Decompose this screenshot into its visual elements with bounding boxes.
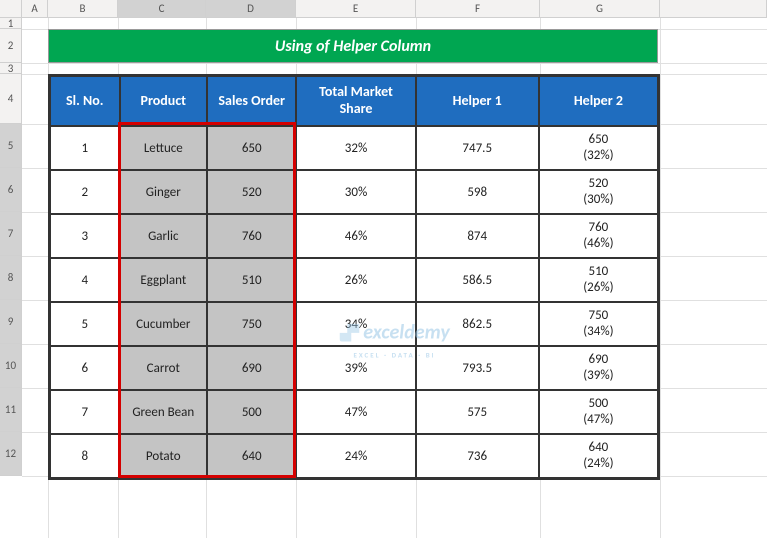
cell-h1[interactable]: 874 <box>416 214 539 258</box>
cell-h2[interactable]: 510(26%) <box>539 258 658 302</box>
col-header-E[interactable]: E <box>296 0 416 17</box>
spreadsheet-grid[interactable]: Using of Helper Column Sl. No. Product S… <box>22 18 767 538</box>
col-header-B[interactable]: B <box>48 0 118 17</box>
cell-product[interactable]: Garlic <box>120 214 207 258</box>
cell-share[interactable]: 47% <box>296 390 415 434</box>
cell-h2[interactable]: 520(30%) <box>539 170 658 214</box>
col-h1[interactable]: Helper 1 <box>416 76 539 126</box>
header-row: Sl. No. Product Sales Order Total Market… <box>50 76 658 126</box>
cell-h1[interactable]: 862.5 <box>416 302 539 346</box>
cell-sales[interactable]: 750 <box>207 302 296 346</box>
row-header-11[interactable]: 11 <box>0 388 22 432</box>
cell-h2[interactable]: 690(39%) <box>539 346 658 390</box>
cell-sl[interactable]: 4 <box>50 258 120 302</box>
cell-product[interactable]: Carrot <box>120 346 207 390</box>
table-row: 5Cucumber75034%862.5750(34%) <box>50 302 658 346</box>
table-row: 8Potato64024%736640(24%) <box>50 434 658 478</box>
cell-sales[interactable]: 500 <box>207 390 296 434</box>
cell-h2[interactable]: 750(34%) <box>539 302 658 346</box>
row-header-9[interactable]: 9 <box>0 300 22 344</box>
col-sl[interactable]: Sl. No. <box>50 76 120 126</box>
cell-share[interactable]: 24% <box>296 434 415 478</box>
cell-sl[interactable]: 5 <box>50 302 120 346</box>
table-row: 3Garlic76046%874760(46%) <box>50 214 658 258</box>
cell-sl[interactable]: 2 <box>50 170 120 214</box>
cell-product[interactable]: Ginger <box>120 170 207 214</box>
cell-share[interactable]: 46% <box>296 214 415 258</box>
col-header-G[interactable]: G <box>540 0 660 17</box>
row-headers-col: 123456789101112 <box>0 18 22 538</box>
col-share[interactable]: Total Market Share <box>296 76 415 126</box>
cell-share[interactable]: 26% <box>296 258 415 302</box>
cell-h2[interactable]: 760(46%) <box>539 214 658 258</box>
cell-product[interactable]: Lettuce <box>120 126 207 170</box>
row-header-4[interactable]: 4 <box>0 74 22 124</box>
col-header-C[interactable]: C <box>118 0 206 17</box>
cell-product[interactable]: Eggplant <box>120 258 207 302</box>
cell-sales[interactable]: 640 <box>207 434 296 478</box>
table-row: 2Ginger52030%598520(30%) <box>50 170 658 214</box>
select-all-corner[interactable] <box>0 0 22 17</box>
cell-h1[interactable]: 736 <box>416 434 539 478</box>
cell-product[interactable]: Potato <box>120 434 207 478</box>
row-header-12[interactable]: 12 <box>0 432 22 476</box>
table-row: 6Carrot69039%793.5690(39%) <box>50 346 658 390</box>
table-row: 1Lettuce65032%747.5650(32%) <box>50 126 658 170</box>
cell-share[interactable]: 30% <box>296 170 415 214</box>
cell-sales[interactable]: 690 <box>207 346 296 390</box>
cell-sales[interactable]: 650 <box>207 126 296 170</box>
cell-sl[interactable]: 6 <box>50 346 120 390</box>
row-header-7[interactable]: 7 <box>0 212 22 256</box>
col-header-D[interactable]: D <box>206 0 296 17</box>
cell-product[interactable]: Cucumber <box>120 302 207 346</box>
cell-sales[interactable]: 510 <box>207 258 296 302</box>
col-header-F[interactable]: F <box>416 0 540 17</box>
col-product[interactable]: Product <box>120 76 207 126</box>
col-sales[interactable]: Sales Order <box>207 76 296 126</box>
cell-sl[interactable]: 8 <box>50 434 120 478</box>
col-header-filler <box>660 0 767 17</box>
table-row: 4Eggplant51026%586.5510(26%) <box>50 258 658 302</box>
data-table: Sl. No. Product Sales Order Total Market… <box>48 74 660 480</box>
table-row: 7Green Bean50047%575500(47%) <box>50 390 658 434</box>
cell-share[interactable]: 39% <box>296 346 415 390</box>
cell-h1[interactable]: 586.5 <box>416 258 539 302</box>
col-h2[interactable]: Helper 2 <box>539 76 658 126</box>
row-header-5[interactable]: 5 <box>0 124 22 168</box>
col-header-A[interactable]: A <box>22 0 48 17</box>
cell-share[interactable]: 34% <box>296 302 415 346</box>
cell-h1[interactable]: 598 <box>416 170 539 214</box>
cell-h1[interactable]: 747.5 <box>416 126 539 170</box>
cell-h2[interactable]: 650(32%) <box>539 126 658 170</box>
title-cell[interactable]: Using of Helper Column <box>48 29 658 63</box>
cell-h1[interactable]: 793.5 <box>416 346 539 390</box>
cell-sales[interactable]: 520 <box>207 170 296 214</box>
row-header-1[interactable]: 1 <box>0 18 22 29</box>
cell-h1[interactable]: 575 <box>416 390 539 434</box>
cell-sales[interactable]: 760 <box>207 214 296 258</box>
cell-sl[interactable]: 1 <box>50 126 120 170</box>
cell-share[interactable]: 32% <box>296 126 415 170</box>
cell-sl[interactable]: 7 <box>50 390 120 434</box>
row-header-10[interactable]: 10 <box>0 344 22 388</box>
row-header-2[interactable]: 2 <box>0 29 22 63</box>
row-header-8[interactable]: 8 <box>0 256 22 300</box>
cell-product[interactable]: Green Bean <box>120 390 207 434</box>
row-header-3[interactable]: 3 <box>0 63 22 74</box>
column-headers-row: ABCDEFG <box>0 0 767 18</box>
row-header-6[interactable]: 6 <box>0 168 22 212</box>
cell-h2[interactable]: 640(24%) <box>539 434 658 478</box>
cell-sl[interactable]: 3 <box>50 214 120 258</box>
cell-h2[interactable]: 500(47%) <box>539 390 658 434</box>
